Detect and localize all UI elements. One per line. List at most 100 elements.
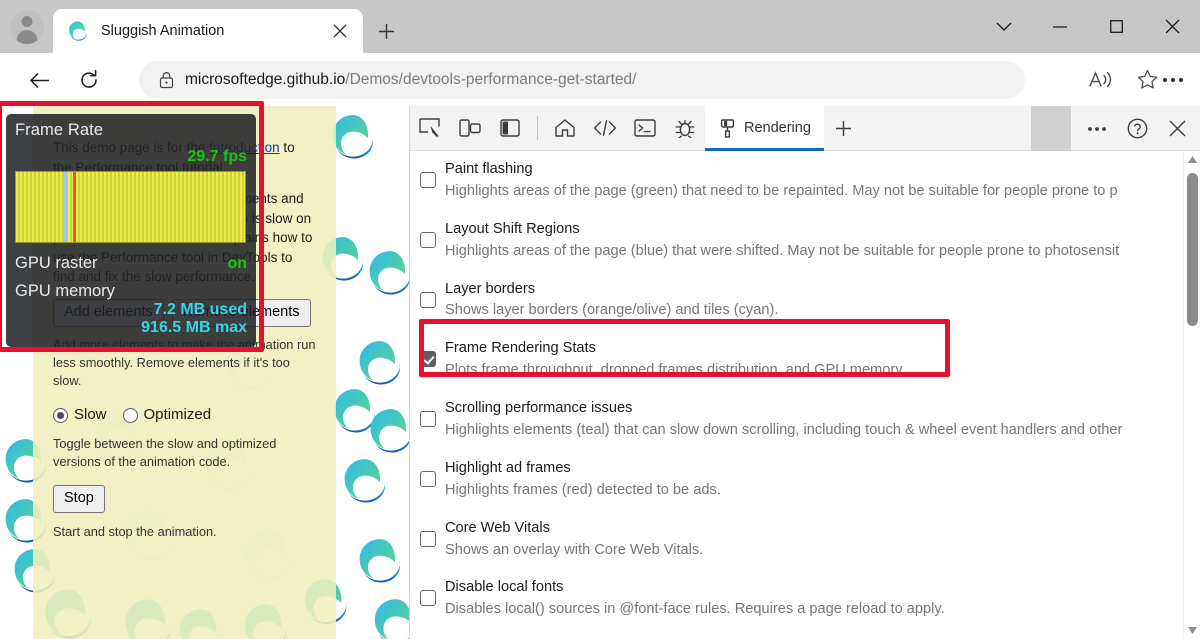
- address-bar[interactable]: microsoftedge.github.io/Demos/devtools-p…: [139, 61, 1025, 99]
- rendering-option-row[interactable]: Highlight ad frames Highlights frames (re…: [410, 450, 1200, 510]
- rendering-option-row[interactable]: Core Web Vitals Shows an overlay with Cor…: [410, 510, 1200, 570]
- rendering-option-row[interactable]: Frame Rendering Stats Plots frame through…: [410, 330, 1200, 390]
- rendering-option-row[interactable]: Disable local fonts Disables local() sour…: [410, 569, 1200, 629]
- welcome-home-tab[interactable]: [545, 106, 585, 151]
- refresh-button[interactable]: [72, 63, 106, 97]
- more-tools-ellipsis-icon: [1088, 126, 1106, 131]
- option-title: Paint flashing: [445, 161, 533, 177]
- radio-optimized[interactable]: [122, 407, 138, 423]
- tab-search-button[interactable]: [976, 0, 1032, 53]
- minimize-button[interactable]: [1032, 0, 1088, 53]
- plus-icon: [836, 120, 852, 136]
- option-checkbox[interactable]: [420, 530, 436, 547]
- rendering-option-row[interactable]: Paint flashing Highlights areas of the pa…: [410, 151, 1200, 211]
- animation-mode-radiogroup: Slow Optimized: [53, 404, 316, 426]
- option-checkbox[interactable]: [420, 470, 436, 487]
- new-tab-button[interactable]: [370, 15, 402, 47]
- option-title: Layout Shift Regions: [445, 220, 580, 237]
- option-description: Shows an overlay with Core Web Vitals.: [445, 541, 704, 558]
- page-viewport[interactable]: This demo page is for the Introduction t…: [0, 106, 409, 639]
- option-checkbox[interactable]: [420, 231, 436, 248]
- read-aloud-button[interactable]: [1078, 61, 1124, 99]
- inspect-element-button[interactable]: [410, 106, 450, 151]
- scrollbar-thumb[interactable]: [1187, 173, 1198, 326]
- option-checkbox[interactable]: [420, 351, 436, 368]
- option-text: Frame Rendering Stats Plots frame through…: [445, 338, 905, 382]
- option-checkbox[interactable]: [420, 411, 436, 428]
- option-title: Core Web Vitals: [445, 519, 550, 536]
- plus-icon: [378, 23, 394, 39]
- content-area: This demo page is for the Introduction t…: [0, 101, 1200, 639]
- toggle-hint: Toggle between the slow and optimized ve…: [53, 436, 277, 470]
- triangle-down-icon: [1188, 627, 1197, 634]
- rendering-option-row[interactable]: Scrolling performance issues Highlights e…: [410, 390, 1200, 450]
- scroll-down-arrow[interactable]: [1184, 622, 1200, 639]
- maximize-icon: [1109, 20, 1123, 33]
- option-title: Highlight ad frames: [445, 459, 571, 476]
- console-tab[interactable]: [625, 106, 665, 151]
- console-icon: [634, 119, 656, 137]
- option-description: Plots frame throughput, dropped frames d…: [445, 362, 906, 379]
- welcome-home-icon: [555, 119, 575, 137]
- option-text: Disable local fonts Disables local() sour…: [445, 577, 945, 621]
- minimize-icon: [1053, 25, 1067, 28]
- frame-throughput-chart: [15, 171, 246, 243]
- rendering-option-row[interactable]: Emulate a focused pageEmulates a focused…: [410, 629, 1200, 639]
- sources-tab[interactable]: [665, 106, 705, 151]
- help-question-icon: [1127, 118, 1147, 139]
- profile-button[interactable]: [8, 8, 46, 46]
- rendering-options-list[interactable]: Paint flashing Highlights areas of the pa…: [410, 151, 1200, 639]
- chart-bars: [18, 172, 244, 242]
- frame-rate-hud: Frame Rate 29.7 fps GPU raster on GPU me…: [6, 114, 256, 347]
- radio-slow[interactable]: [53, 407, 68, 423]
- help-button[interactable]: [1117, 106, 1157, 151]
- close-devtools-button[interactable]: [1157, 106, 1197, 151]
- gpu-memory-used: 7.2 MB used: [153, 301, 247, 318]
- back-arrow-icon: [29, 72, 49, 88]
- option-checkbox[interactable]: [420, 291, 436, 308]
- back-button[interactable]: [22, 63, 56, 97]
- option-description: Highlights elements (teal) that can slow…: [445, 422, 1123, 439]
- window-close-button[interactable]: [1144, 0, 1200, 53]
- option-text: Highlight ad frames Highlights frames (re…: [445, 458, 721, 502]
- devtools-scrollbar[interactable]: [1183, 151, 1200, 639]
- dock-side-button[interactable]: [490, 106, 530, 151]
- add-panel-button[interactable]: [824, 106, 864, 151]
- rendering-option-row[interactable]: Layout Shift Regions Highlights areas of …: [410, 211, 1200, 271]
- stop-hint: Start and stop the animation.: [53, 524, 217, 540]
- close-devtools-icon: [1169, 120, 1185, 137]
- window-controls: [976, 0, 1200, 53]
- devtools-tabbar-actions: [1031, 106, 1197, 151]
- rendering-option-row[interactable]: Layer borders Shows layer borders (orange…: [410, 271, 1200, 331]
- device-emulation-icon: [459, 119, 481, 137]
- gpu-raster-value: on: [227, 255, 247, 272]
- stop-button[interactable]: Stop: [53, 485, 105, 514]
- dock-side-icon: [500, 119, 520, 137]
- toolbar-divider: [537, 116, 538, 140]
- refresh-icon: [81, 70, 97, 88]
- option-description: Highlights areas of the page (green) tha…: [445, 182, 1118, 199]
- radio-slow-label[interactable]: Slow: [74, 404, 107, 426]
- device-emulation-button[interactable]: [450, 106, 490, 151]
- edge-logo-icon: [69, 21, 87, 41]
- more-tools-button[interactable]: [1077, 106, 1117, 151]
- elements-code-icon: [593, 120, 617, 136]
- tab-rendering-label: Rendering: [744, 120, 811, 136]
- option-checkbox[interactable]: [420, 172, 436, 188]
- option-checkbox[interactable]: [420, 590, 436, 607]
- url-domain: microsoftedge.github.io: [185, 71, 346, 88]
- tab-close-icon[interactable]: [325, 16, 355, 46]
- lock-icon: [159, 72, 173, 89]
- fps-value: 29.7 fps: [187, 148, 247, 165]
- elements-tab[interactable]: [585, 106, 625, 151]
- inspect-element-icon: [419, 118, 440, 138]
- scroll-up-arrow[interactable]: [1184, 151, 1200, 168]
- browser-settings-button[interactable]: [1152, 61, 1194, 99]
- option-text: Layer borders Shows layer borders (orange…: [445, 279, 778, 323]
- site-info-button[interactable]: [153, 71, 179, 89]
- radio-optimized-label[interactable]: Optimized: [144, 404, 212, 426]
- tab-rendering[interactable]: Rendering: [705, 105, 824, 151]
- maximize-button[interactable]: [1088, 0, 1144, 53]
- browser-tab[interactable]: Sluggish Animation: [53, 9, 363, 53]
- navigation-toolbar: microsoftedge.github.io/Demos/devtools-p…: [0, 53, 1200, 106]
